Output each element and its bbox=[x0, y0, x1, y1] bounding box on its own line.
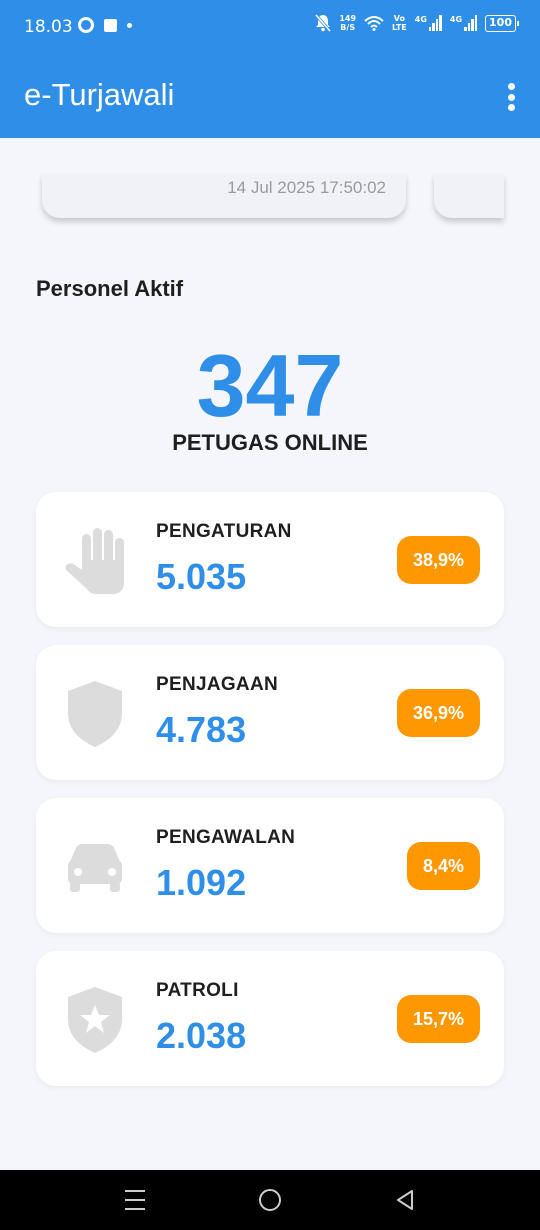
info-card-next[interactable] bbox=[434, 174, 504, 218]
hand-icon bbox=[65, 528, 124, 594]
info-card[interactable]: 14 Jul 2025 17:50:02 bbox=[42, 174, 406, 218]
recent-apps-icon[interactable] bbox=[125, 1190, 145, 1210]
car-icon bbox=[68, 844, 122, 892]
percent-badge: 8,4% bbox=[406, 842, 480, 890]
signal-strength-icon bbox=[464, 15, 478, 31]
stat-card-pengaturan[interactable]: PENGATURAN 5.035 38,9% bbox=[36, 492, 504, 627]
stat-card-pengawalan[interactable]: PENGAWALAN 1.092 8,4% bbox=[36, 798, 504, 933]
percent-badge: 36,9% bbox=[396, 689, 480, 737]
wifi-icon bbox=[364, 16, 384, 31]
stat-card-penjagaan[interactable]: PENJAGAAN 4.783 36,9% bbox=[36, 645, 504, 780]
status-bar: 18.03 149 B/S Vo LTE 4G 4G 100 bbox=[0, 0, 540, 55]
status-system-icons: 149 B/S Vo LTE 4G 4G 100 bbox=[315, 14, 519, 32]
info-carousel[interactable]: 14 Jul 2025 17:50:02 bbox=[0, 138, 540, 238]
stat-value: 5.035 bbox=[156, 556, 247, 597]
status-notification-icons bbox=[78, 17, 132, 33]
signal-strength-icon bbox=[428, 15, 442, 31]
card-timestamp: 14 Jul 2025 17:50:02 bbox=[227, 178, 386, 197]
stat-label: PENGATURAN bbox=[156, 521, 292, 542]
online-label: PETUGAS ONLINE bbox=[172, 430, 368, 455]
notifications-off-icon bbox=[315, 14, 332, 32]
stat-value: 1.092 bbox=[156, 862, 247, 903]
app-bar: e-Turjawali bbox=[0, 55, 540, 138]
network-speed: 149 B/S bbox=[339, 14, 357, 32]
home-icon[interactable] bbox=[259, 1189, 281, 1211]
more-vert-icon[interactable] bbox=[506, 83, 516, 111]
volte-indicator: Vo LTE bbox=[392, 14, 407, 32]
stat-label: PENGAWALAN bbox=[156, 827, 296, 848]
percent-badge: 38,9% bbox=[396, 536, 480, 584]
app-title: e-Turjawali bbox=[24, 77, 175, 112]
stat-value: 4.783 bbox=[156, 709, 247, 750]
stat-value: 2.038 bbox=[156, 1015, 247, 1056]
more-notifications-icon bbox=[127, 22, 132, 28]
online-count: 347 bbox=[196, 336, 344, 435]
star-shield-icon bbox=[68, 987, 122, 1053]
stat-label: PATROLI bbox=[156, 980, 239, 1001]
section-title: Personel Aktif bbox=[36, 276, 184, 301]
gear-icon bbox=[78, 17, 94, 33]
system-nav-bar bbox=[0, 1170, 540, 1230]
stat-label: PENJAGAAN bbox=[156, 674, 278, 695]
battery-icon: 100 bbox=[485, 14, 519, 32]
shield-icon bbox=[68, 681, 122, 747]
signal-2: 4G bbox=[450, 15, 478, 31]
signal-1: 4G bbox=[415, 15, 442, 31]
status-time: 18.03 bbox=[24, 17, 73, 37]
stat-card-patroli[interactable]: PATROLI 2.038 15,7% bbox=[36, 951, 504, 1086]
percent-badge: 15,7% bbox=[396, 995, 480, 1043]
back-icon[interactable] bbox=[394, 1188, 416, 1212]
app-notification-icon bbox=[104, 18, 117, 32]
